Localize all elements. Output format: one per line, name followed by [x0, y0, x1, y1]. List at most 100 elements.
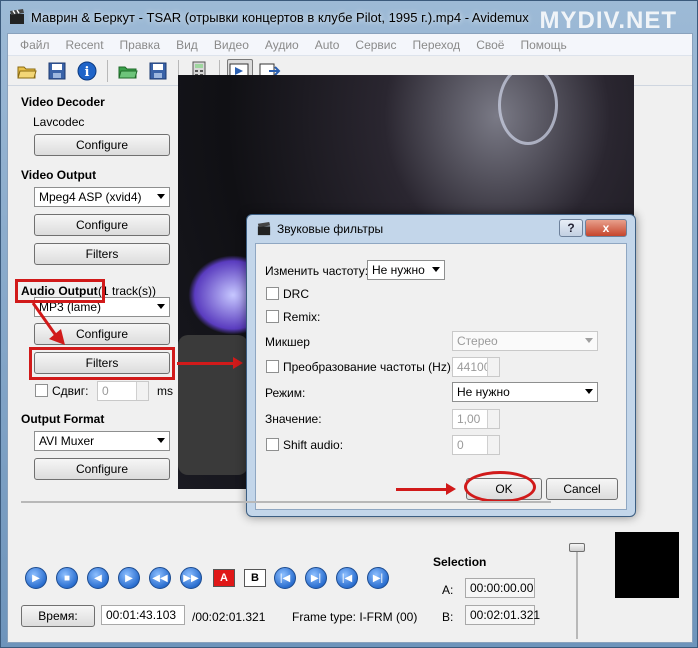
audio-shift-value: 0 — [102, 384, 109, 398]
first-frame-button[interactable]: |◀ — [336, 567, 358, 589]
remix-checkbox[interactable] — [266, 310, 279, 323]
audio-preview-box — [615, 532, 679, 598]
value-input[interactable]: 1,00 — [452, 409, 500, 429]
audio-filters-highlight — [29, 347, 175, 380]
mode-select[interactable]: Не нужно — [452, 382, 598, 402]
audio-shift-label: Сдвиг: — [52, 384, 89, 398]
resample-value: 44100 — [457, 360, 491, 374]
dialog-body: Изменить частоту: Не нужно DRC Remix: Ми… — [255, 243, 627, 510]
next-black-frame-button[interactable]: ▶| — [305, 567, 327, 589]
open-video-icon[interactable] — [115, 59, 141, 83]
annotation-arrow-icon — [177, 357, 243, 369]
menu-tools[interactable]: Сервис — [347, 38, 404, 52]
play-button[interactable]: ▶ — [25, 567, 47, 589]
marker-a-label: A: — [442, 583, 454, 597]
spin-arrows-icon[interactable] — [487, 358, 499, 376]
watermark: MYDIV.NET — [539, 7, 677, 34]
menu-auto[interactable]: Auto — [307, 38, 348, 52]
video-decoder-codec: Lavcodec — [33, 115, 85, 129]
chevron-down-icon — [432, 267, 440, 272]
value-value: 1,00 — [457, 412, 481, 426]
video-configure-button[interactable]: Configure — [34, 214, 170, 236]
shift-audio-checkbox[interactable] — [266, 438, 279, 451]
audio-shift-input[interactable]: 0 — [97, 381, 149, 401]
resample-checkbox[interactable] — [266, 360, 279, 373]
spin-arrows-icon[interactable] — [136, 382, 148, 400]
previous-frame-button[interactable]: ◀ — [87, 567, 109, 589]
save-video-icon[interactable] — [145, 59, 171, 83]
mode-value: Не нужно — [457, 385, 510, 399]
annotation-arrow-icon — [31, 302, 65, 345]
menu-custom[interactable]: Своё — [468, 38, 512, 52]
video-output-heading: Video Output — [21, 168, 97, 182]
video-shadow-shape — [178, 335, 248, 475]
spin-arrows-icon[interactable] — [487, 436, 499, 454]
video-codec-value: Mpeg4 ASP (xvid4) — [39, 190, 142, 204]
next-keyframe-button[interactable]: ▶▶ — [180, 567, 202, 589]
spin-arrows-icon[interactable] — [487, 410, 499, 428]
audio-track-count: (1 track(s)) — [98, 284, 156, 298]
menu-bar: Файл Recent Правка Вид Видео Аудио Auto … — [8, 34, 692, 56]
video-codec-select[interactable]: Mpeg4 ASP (xvid4) — [34, 187, 170, 207]
marker-a-value[interactable]: 00:00:00.00 — [465, 578, 535, 598]
current-time-field[interactable]: 00:01:43.103 — [101, 605, 185, 625]
shift-audio-input[interactable]: 0 — [452, 435, 500, 455]
menu-video[interactable]: Видео — [206, 38, 257, 52]
frame-type: Frame type: I-FRM (00) — [292, 610, 418, 624]
toolbar-separator — [107, 59, 108, 82]
chevron-down-icon — [585, 389, 593, 394]
volume-slider[interactable] — [569, 543, 585, 552]
set-marker-a-button[interactable]: A — [213, 569, 235, 587]
menu-file[interactable]: Файл — [12, 38, 58, 52]
menu-view[interactable]: Вид — [168, 38, 206, 52]
next-frame-button[interactable]: ▶ — [118, 567, 140, 589]
marker-b-label: B: — [442, 610, 454, 624]
total-time: /00:02:01.321 — [192, 610, 266, 624]
chevron-down-icon — [585, 338, 593, 343]
video-filters-button[interactable]: Filters — [34, 243, 170, 265]
video-decoder-heading: Video Decoder — [21, 95, 105, 109]
cancel-button[interactable]: Cancel — [546, 478, 618, 500]
audio-filters-dialog: Звуковые фильтры ? x Изменить частоту: Н… — [246, 214, 636, 517]
resample-input[interactable]: 44100 — [452, 357, 500, 377]
timeline-slider[interactable] — [21, 501, 551, 503]
shift-audio-value: 0 — [457, 438, 464, 452]
open-folder-icon[interactable] — [14, 59, 40, 83]
muxer-value: AVI Muxer — [39, 434, 95, 448]
output-configure-button[interactable]: Configure — [34, 458, 170, 480]
menu-help[interactable]: Помощь — [512, 38, 574, 52]
stop-button[interactable]: ■ — [56, 567, 78, 589]
time-button[interactable]: Время: — [21, 605, 95, 627]
shift-audio-label: Shift audio: — [283, 438, 344, 452]
info-icon[interactable]: i — [74, 59, 100, 83]
muxer-select[interactable]: AVI Muxer — [34, 431, 170, 451]
mixer-select[interactable]: Стерео — [452, 331, 598, 351]
marker-b-value[interactable]: 00:02:01.321 — [465, 605, 540, 625]
menu-recent[interactable]: Recent — [58, 38, 112, 52]
dialog-title: Звуковые фильтры — [277, 222, 384, 236]
last-frame-button[interactable]: ▶| — [367, 567, 389, 589]
menu-audio[interactable]: Аудио — [257, 38, 307, 52]
svg-text:i: i — [85, 65, 90, 80]
drc-checkbox[interactable] — [266, 287, 279, 300]
audio-shift-unit: ms — [157, 384, 173, 398]
previous-keyframe-button[interactable]: ◀◀ — [149, 567, 171, 589]
resample-label: Преобразование частоты (Hz): — [283, 360, 455, 374]
menu-edit[interactable]: Правка — [112, 38, 169, 52]
change-rate-select[interactable]: Не нужно — [367, 260, 445, 280]
help-button[interactable]: ? — [559, 219, 583, 237]
chevron-down-icon — [157, 438, 165, 443]
selection-heading: Selection — [433, 555, 487, 569]
drc-label: DRC — [283, 287, 309, 301]
chevron-down-icon — [157, 194, 165, 199]
audio-shift-checkbox[interactable] — [35, 384, 48, 397]
close-button[interactable]: x — [585, 219, 627, 237]
mixer-value: Стерео — [457, 334, 498, 348]
annotation-arrow-icon — [396, 483, 456, 495]
save-icon[interactable] — [44, 59, 70, 83]
menu-go[interactable]: Переход — [405, 38, 469, 52]
set-marker-b-button[interactable]: B — [244, 569, 266, 587]
video-decoder-configure-button[interactable]: Configure — [34, 134, 170, 156]
previous-black-frame-button[interactable]: |◀ — [274, 567, 296, 589]
mixer-label: Микшер — [265, 335, 310, 349]
